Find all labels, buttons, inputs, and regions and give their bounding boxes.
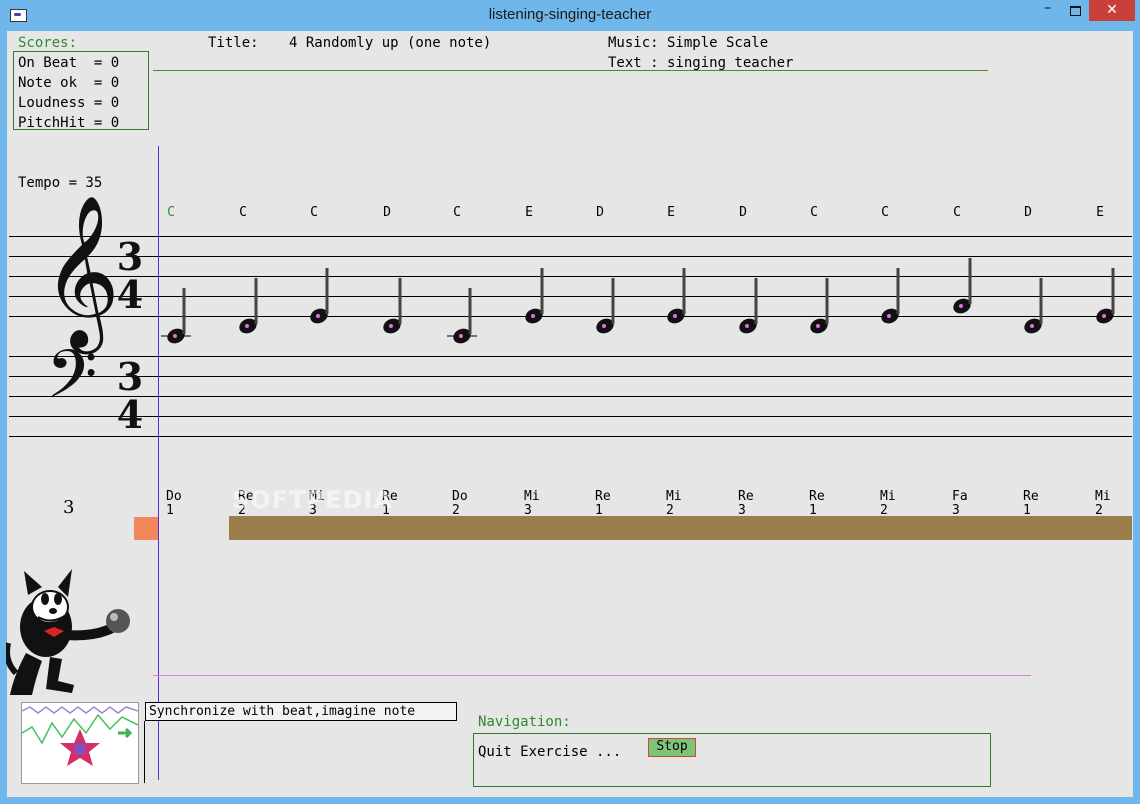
- quarter-note-icon: [239, 278, 258, 334]
- solfa-name: Mi: [524, 489, 540, 504]
- solfa-syllable: Fa 3: [952, 490, 982, 518]
- exercise-thumbnail: [21, 702, 139, 784]
- bass-time-sig-bottom: 4: [116, 392, 144, 437]
- treble-staff-line: [9, 256, 1132, 257]
- solfa-name: Re: [738, 489, 754, 504]
- app-window: listening-singing-teacher – ✕ Scores: On…: [0, 0, 1140, 804]
- note-letter: C: [810, 205, 818, 220]
- window-title: listening-singing-teacher: [488, 6, 652, 23]
- title-label: Title:: [208, 35, 259, 51]
- treble-time-sig-bottom: 4: [116, 272, 144, 317]
- navigation-heading: Navigation:: [478, 714, 571, 730]
- note-letter: D: [739, 205, 747, 220]
- navigation-panel: [473, 733, 991, 787]
- quarter-note-icon: [383, 278, 402, 334]
- music-info: Music: Simple Scale: [608, 35, 769, 51]
- note-letter: E: [525, 205, 533, 220]
- bass-clef-icon: 𝄢: [46, 336, 98, 429]
- solfa-syllable: Re 3: [738, 490, 768, 518]
- bass-staff-line: [9, 396, 1132, 397]
- progress-bar: [229, 516, 1132, 540]
- solfa-syllable: Do 2: [452, 490, 482, 518]
- quarter-note-icon: [1024, 278, 1043, 334]
- solfa-syllable: Mi 3: [524, 490, 554, 518]
- quarter-note-icon: [953, 258, 972, 314]
- treble-staff-line: [9, 296, 1132, 297]
- solfa-syllable: Mi 2: [1095, 490, 1125, 518]
- note-letter: C: [167, 205, 175, 220]
- solfa-name: Mi: [1095, 489, 1111, 504]
- quarter-note-icon: [810, 278, 829, 334]
- bass-staff-line: [9, 436, 1132, 437]
- solfa-syllable: Re 1: [809, 490, 839, 518]
- beat-marker: [134, 517, 158, 540]
- quit-exercise-label: Quit Exercise ...: [478, 744, 622, 760]
- playhead-line: [158, 146, 159, 780]
- maximize-button[interactable]: [1062, 0, 1089, 21]
- solfa-syllable: Do 1: [166, 490, 196, 518]
- header-divider: [153, 70, 988, 71]
- solfa-name: Do: [452, 489, 468, 504]
- title-bar: listening-singing-teacher – ✕: [0, 0, 1140, 31]
- note-letter: E: [1096, 205, 1104, 220]
- treble-time-sig-top: 3: [116, 234, 144, 279]
- treble-staff-line: [9, 236, 1132, 237]
- solfa-beat: 1: [166, 503, 174, 518]
- note-letter: C: [310, 205, 318, 220]
- notes-layer: [161, 258, 1115, 344]
- note-letter: E: [667, 205, 675, 220]
- solfa-name: Re: [595, 489, 611, 504]
- solfa-syllable: Re 1: [595, 490, 625, 518]
- solfa-name: Do: [166, 489, 182, 504]
- solfa-syllable: Mi 2: [880, 490, 910, 518]
- scores-heading: Scores:: [18, 35, 78, 51]
- solfa-name: Fa: [952, 489, 968, 504]
- cat-mascot-icon: [6, 569, 130, 695]
- treble-staff-line: [9, 316, 1132, 317]
- note-letter: C: [239, 205, 247, 220]
- score-note-ok: Note ok = 0: [18, 75, 120, 91]
- instruction-label: Synchronize with beat,imagine note: [145, 702, 457, 721]
- note-letter: C: [453, 205, 461, 220]
- window-border-right: [1133, 31, 1140, 804]
- solfa-name: Re: [809, 489, 825, 504]
- bass-staff-line: [9, 416, 1132, 417]
- beat-counter: 3: [63, 497, 75, 518]
- quarter-note-icon: [596, 278, 615, 334]
- quarter-note-icon: [739, 278, 758, 334]
- note-letter: D: [596, 205, 604, 220]
- solfa-syllable: Mi 2: [666, 490, 696, 518]
- bass-staff-line: [9, 376, 1132, 377]
- note-letter: C: [953, 205, 961, 220]
- solfa-name: Mi: [666, 489, 682, 504]
- score-pitch-hit: PitchHit = 0: [18, 115, 120, 131]
- window-border-bottom: [0, 797, 1140, 804]
- score-on-beat: On Beat = 0: [18, 55, 120, 71]
- note-letter: C: [881, 205, 889, 220]
- stop-button[interactable]: Stop: [648, 738, 696, 757]
- exercise-title: 4 Randomly up (one note): [289, 35, 492, 51]
- tempo-label: Tempo = 35: [18, 175, 103, 191]
- bass-time-sig-top: 3: [116, 354, 144, 399]
- treble-staff-line: [9, 276, 1132, 277]
- text-info: Text : singing teacher: [608, 55, 794, 71]
- solfa-syllable: Re 1: [1023, 490, 1053, 518]
- note-letter: D: [1024, 205, 1032, 220]
- bass-staff-line: [9, 356, 1132, 357]
- solfa-name: Mi: [880, 489, 896, 504]
- solfa-name: Re: [1023, 489, 1039, 504]
- minimize-button[interactable]: –: [1033, 0, 1062, 21]
- treble-clef-icon: 𝄞: [42, 194, 121, 348]
- instruction-panel: [144, 721, 455, 783]
- maximize-icon: [1070, 6, 1081, 16]
- score-loudness: Loudness = 0: [18, 95, 120, 111]
- watermark: SOFTPEDIA: [232, 486, 393, 514]
- pitch-line: [153, 675, 1031, 676]
- close-button[interactable]: ✕: [1089, 0, 1135, 21]
- note-letter: D: [383, 205, 391, 220]
